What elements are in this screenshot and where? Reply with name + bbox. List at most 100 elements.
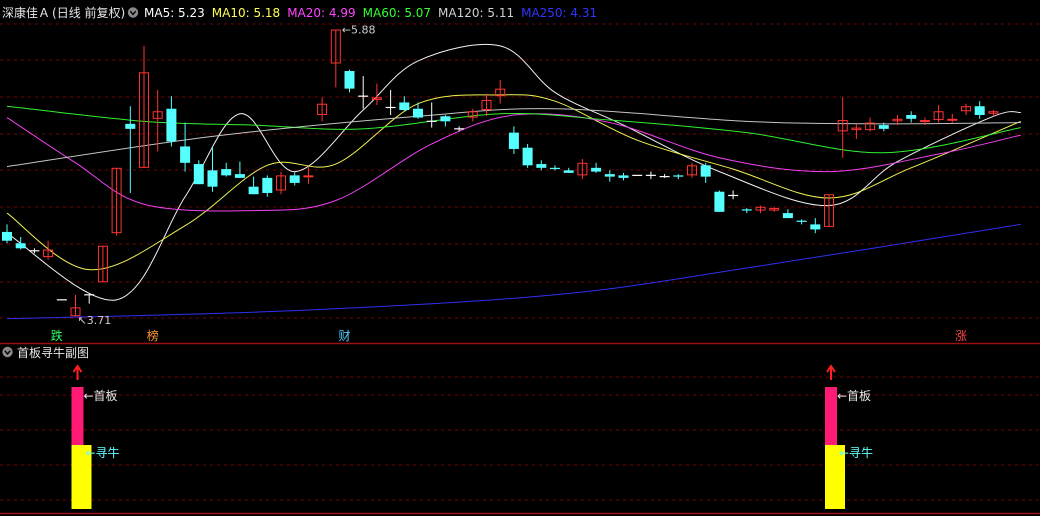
period-text: (日线 前复权) [52, 5, 125, 20]
candle [824, 194, 834, 227]
signal-label-top: ←首板 [837, 389, 871, 403]
candle-body [207, 170, 218, 187]
candle [330, 29, 341, 88]
candle [15, 236, 26, 250]
candle [961, 103, 971, 116]
event-tag: 跌 [51, 328, 63, 343]
candle-body [166, 108, 177, 142]
stock-name-text: 深康佳Ａ [2, 5, 50, 20]
candle-body [289, 175, 300, 183]
signal-bar-top [71, 387, 84, 445]
candle [974, 101, 985, 119]
candle-body [125, 123, 136, 129]
ma-legend-item: MA120: 5.11 [438, 6, 514, 20]
candle [221, 162, 232, 177]
ma-line-ma5 [6, 43, 1021, 301]
ma-line-ma10 [6, 94, 1021, 271]
candle-body [714, 191, 725, 212]
candle [289, 171, 300, 186]
candle [262, 175, 273, 197]
candle-body [550, 167, 560, 170]
candle [248, 176, 259, 195]
candle-body [974, 106, 985, 116]
candle [344, 69, 355, 93]
stock-chart: ←5.88 ↖3.71 跌 榜 财 涨 ←首板 ←寻牛 ←首板 ←寻牛 深康佳Ａ (日线 前复权… [0, 5, 1040, 515]
candle [851, 123, 862, 139]
candle-body [591, 167, 602, 172]
candle [796, 219, 807, 225]
candle-body [2, 231, 12, 241]
candle [193, 160, 204, 185]
candle-body [796, 220, 807, 222]
candle-body [878, 125, 889, 129]
candle [467, 108, 478, 122]
candle [618, 172, 629, 181]
event-tag: 涨 [955, 328, 967, 343]
ma-lines [6, 43, 1021, 320]
candle [577, 159, 588, 180]
candle [276, 171, 286, 195]
grid-lines [0, 23, 1040, 515]
sub-panel: ←首板 ←寻牛 ←首板 ←寻牛 [71, 364, 873, 509]
candle-body [700, 165, 711, 177]
ma-line-ma250 [6, 223, 1021, 320]
candle [550, 165, 560, 171]
dropdown-icon[interactable] [127, 7, 139, 18]
candle [399, 96, 410, 112]
candle [536, 160, 547, 171]
ma-legend-item: MA20: 4.99 [287, 6, 355, 20]
main-legend: 深康佳Ａ (日线 前复权) MA5: 5.23 MA10: 5.18 MA20: 4.… [2, 5, 597, 20]
stock-name: 深康佳Ａ (日线 前复权) [2, 5, 125, 20]
signal-bar: ←首板 ←寻牛 [71, 364, 120, 509]
candle-body [782, 213, 793, 219]
candle [97, 245, 108, 283]
candle-body [741, 209, 752, 211]
event-tag: 财 [338, 329, 350, 343]
candle [139, 45, 149, 168]
candle-body [440, 116, 451, 122]
candle [714, 190, 725, 212]
candle [84, 294, 95, 304]
candle [454, 126, 465, 132]
candle-body [303, 175, 314, 178]
candle [604, 170, 615, 182]
candle-body [522, 147, 533, 166]
signal-label-bottom: ←寻牛 [86, 445, 120, 460]
candle-body [399, 102, 410, 110]
candle [495, 79, 506, 104]
candle [303, 166, 314, 185]
candle [933, 104, 944, 123]
high-price-label: ←5.88 [342, 24, 376, 37]
candle [317, 97, 328, 122]
candle [837, 97, 848, 158]
candle [440, 115, 451, 127]
sub-dropdown-icon[interactable] [2, 346, 13, 358]
candle [741, 208, 752, 214]
candle [947, 113, 958, 123]
candle-body [180, 146, 191, 163]
candle-body [618, 175, 629, 178]
candle [659, 174, 670, 178]
candle-body [810, 224, 821, 230]
candle [769, 206, 780, 212]
candle [180, 122, 191, 172]
candle-body [262, 177, 273, 193]
candle [385, 89, 396, 116]
ma-legend-item: MA250: 4.31 [521, 6, 597, 20]
candle [673, 174, 684, 180]
ma-legend-item: MA10: 5.18 [212, 6, 280, 20]
candle [591, 162, 602, 173]
candle [2, 224, 12, 244]
candle-body [906, 115, 917, 119]
candle-body [604, 174, 615, 177]
candle-body [221, 169, 232, 176]
ma-legend-item: MA5: 5.23 [144, 6, 205, 20]
event-tags: 跌榜财涨 [51, 328, 967, 343]
candle [728, 190, 739, 200]
ma-legend-item: MA60: 5.07 [363, 6, 431, 20]
candles [2, 29, 999, 317]
candle [234, 161, 245, 178]
candle [29, 248, 40, 254]
candle [810, 218, 821, 234]
candle [166, 96, 177, 147]
